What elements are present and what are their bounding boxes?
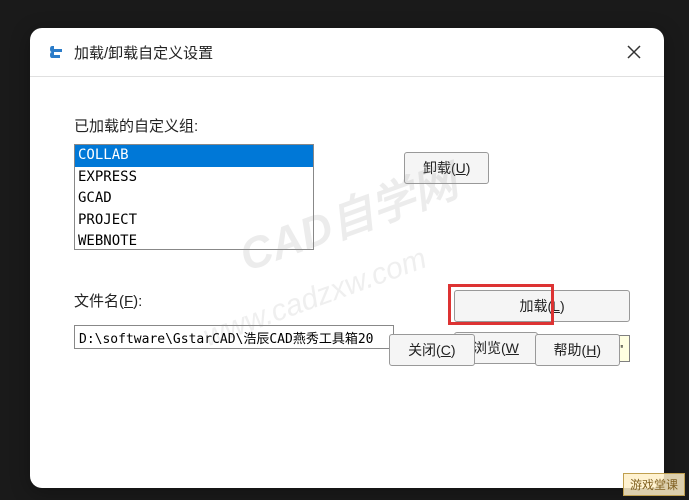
filename-label: 文件名(F): [74, 290, 394, 311]
loaded-groups-listbox[interactable]: COLLAB EXPRESS GCAD PROJECT WEBNOTE [74, 144, 314, 250]
close-icon[interactable] [622, 40, 646, 64]
dialog-title: 加载/卸载自定义设置 [74, 42, 622, 63]
titlebar: 加载/卸载自定义设置 [30, 28, 664, 77]
filename-input[interactable] [74, 325, 394, 349]
list-item[interactable]: COLLAB [75, 145, 313, 167]
list-item[interactable]: GCAD [75, 188, 313, 210]
help-button[interactable]: 帮助(H) [535, 334, 620, 366]
loaded-groups-label: 已加载的自定义组: [74, 115, 620, 136]
list-item[interactable]: WEBNOTE [75, 231, 313, 250]
unload-button[interactable]: 卸载(U) [404, 152, 489, 184]
dialog-footer: 关闭(C) 帮助(H) [389, 334, 620, 366]
app-icon [48, 43, 66, 61]
list-item[interactable]: EXPRESS [75, 167, 313, 189]
corner-badge: 游戏堂课 [623, 473, 685, 496]
dialog-window: 加载/卸载自定义设置 CAD自学网 www.cadzxw.com 已加载的自定义… [30, 28, 664, 488]
dialog-content: CAD自学网 www.cadzxw.com 已加载的自定义组: COLLAB E… [30, 77, 664, 384]
close-button[interactable]: 关闭(C) [389, 334, 474, 366]
list-item[interactable]: PROJECT [75, 210, 313, 232]
load-button[interactable]: 加载(L) [454, 290, 630, 322]
